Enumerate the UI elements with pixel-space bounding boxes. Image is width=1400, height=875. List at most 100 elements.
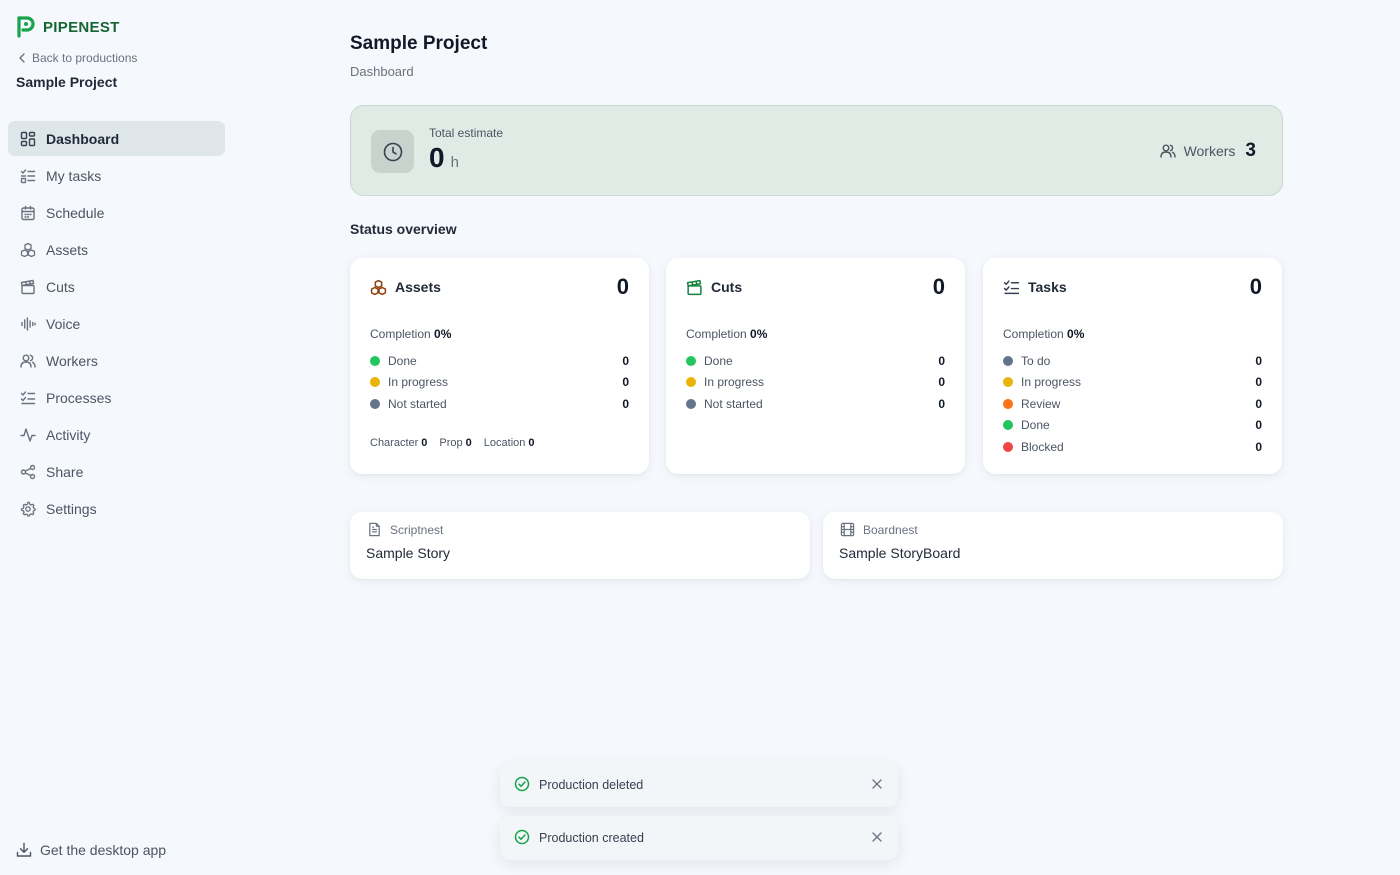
status-dot (370, 355, 380, 366)
status-row-in-progress: In progress 0 (686, 372, 945, 394)
sidebar-nav: Dashboard My tasks Schedule Assets Cuts (8, 121, 225, 528)
status-label: In progress (704, 375, 765, 390)
sidebar-item-voice[interactable]: Voice (8, 306, 225, 341)
toast-production-created: Production created (500, 816, 898, 860)
tasks-status-card[interactable]: Tasks 0 Completion 0% To do 0 In progres… (983, 258, 1282, 474)
status-value: 0 (622, 353, 629, 368)
close-icon[interactable] (868, 828, 886, 846)
status-row-in-progress: In progress 0 (370, 372, 629, 394)
status-row-not-started: Not started 0 (686, 393, 945, 415)
link-card-app: Boardnest (863, 522, 918, 537)
status-row-done: Done 0 (1003, 415, 1262, 437)
sidebar-item-workers[interactable]: Workers (8, 343, 225, 378)
sidebar-item-my-tasks[interactable]: My tasks (8, 158, 225, 193)
sidebar-item-label: Cuts (46, 278, 75, 295)
boardnest-link-card[interactable]: Boardnest Sample StoryBoard (823, 512, 1283, 579)
sidebar-item-label: Voice (46, 315, 81, 332)
desktop-app-label: Get the desktop app (40, 842, 167, 858)
card-title: Tasks (1028, 279, 1067, 295)
activity-icon (20, 427, 36, 443)
sidebar-item-cuts[interactable]: Cuts (8, 269, 225, 304)
status-value: 0 (938, 396, 945, 411)
film-icon (840, 522, 855, 537)
completion-value: 0% (750, 327, 768, 341)
status-value: 0 (938, 353, 945, 368)
assets-status-card[interactable]: Assets 0 Completion 0% Done 0 In progres… (350, 258, 649, 474)
asset-type-value: 0 (421, 437, 428, 449)
sidebar-item-label: Workers (46, 352, 98, 369)
total-estimate-label: Total estimate (429, 126, 504, 140)
status-label: Done (1021, 418, 1050, 433)
assets-icon (20, 242, 36, 258)
sidebar-item-share[interactable]: Share (8, 454, 225, 489)
asset-type-label: Location (483, 437, 526, 449)
link-card-header: Scriptnest (367, 522, 443, 537)
asset-type-prop: Prop 0 (439, 437, 471, 449)
get-desktop-app-link[interactable]: Get the desktop app (16, 840, 166, 860)
sidebar-item-label: My tasks (46, 167, 102, 184)
sidebar-item-activity[interactable]: Activity (8, 417, 225, 452)
status-dot (370, 398, 380, 409)
status-row-done: Done 0 (370, 350, 629, 372)
sidebar: PIPENEST Back to productions Sample Proj… (0, 0, 232, 875)
sidebar-item-settings[interactable]: Settings (8, 491, 225, 526)
sidebar-item-label: Assets (46, 241, 89, 258)
back-to-productions-link[interactable]: Back to productions (18, 50, 137, 66)
assets-icon (370, 279, 387, 296)
total-estimate-unit: h (450, 154, 459, 171)
check-circle-icon (514, 776, 530, 792)
cuts-status-card[interactable]: Cuts 0 Completion 0% Done 0 In progress … (666, 258, 965, 474)
task-list-icon (1003, 279, 1020, 296)
asset-type-value: 0 (465, 437, 472, 449)
workers-count: 3 (1245, 140, 1256, 161)
sidebar-item-label: Activity (46, 426, 91, 443)
status-label: In progress (1021, 375, 1082, 390)
completion-summary: Completion 0% (370, 327, 451, 341)
link-card-header: Boardnest (840, 522, 918, 537)
brand[interactable]: PIPENEST (16, 16, 120, 38)
status-label: In progress (388, 375, 449, 390)
dashboard-icon (20, 131, 36, 147)
workers-summary: Workers 3 (1159, 140, 1256, 162)
status-list: Done 0 In progress 0 Not started 0 (686, 350, 945, 415)
sidebar-item-dashboard[interactable]: Dashboard (8, 121, 225, 156)
clapperboard-icon (686, 279, 703, 296)
link-card-app: Scriptnest (390, 522, 444, 537)
brand-name: PIPENEST (43, 18, 120, 36)
status-dot (1003, 377, 1013, 388)
chevron-left-icon (18, 53, 26, 63)
status-dot (1003, 420, 1013, 431)
card-count: 0 (616, 274, 629, 299)
completion-value: 0% (434, 327, 452, 341)
link-card-title: Sample StoryBoard (839, 545, 961, 561)
sidebar-item-schedule[interactable]: Schedule (8, 195, 225, 230)
scriptnest-link-card[interactable]: Scriptnest Sample Story (350, 512, 810, 579)
completion-label: Completion (370, 327, 431, 341)
card-title: Assets (395, 279, 441, 295)
status-value: 0 (938, 375, 945, 390)
completion-summary: Completion 0% (686, 327, 767, 341)
status-label: Not started (388, 396, 447, 411)
asset-type-counts: Character 0 Prop 0 Location 0 (370, 437, 535, 449)
asset-type-label: Character (370, 437, 419, 449)
card-count: 0 (932, 274, 945, 299)
status-label: Done (704, 353, 733, 368)
card-header: Assets 0 (370, 274, 629, 300)
status-list: Done 0 In progress 0 Not started 0 (370, 350, 629, 415)
status-label: Not started (704, 396, 763, 411)
status-row-done: Done 0 (686, 350, 945, 372)
asset-type-character: Character 0 (370, 437, 427, 449)
sidebar-item-assets[interactable]: Assets (8, 232, 225, 267)
total-estimate-number: 0 (429, 142, 445, 173)
card-header: Tasks 0 (1003, 274, 1262, 300)
pipenest-logo-icon (16, 16, 36, 38)
status-value: 0 (622, 375, 629, 390)
total-estimate-value: 0 h (429, 142, 459, 174)
page-title: Sample Project (350, 33, 488, 54)
status-list: To do 0 In progress 0 Review 0 Done 0 Bl… (1003, 350, 1262, 458)
status-dot (1003, 355, 1013, 366)
clock-icon (371, 130, 414, 173)
status-dot (686, 377, 696, 388)
close-icon[interactable] (868, 775, 886, 793)
sidebar-item-processes[interactable]: Processes (8, 380, 225, 415)
